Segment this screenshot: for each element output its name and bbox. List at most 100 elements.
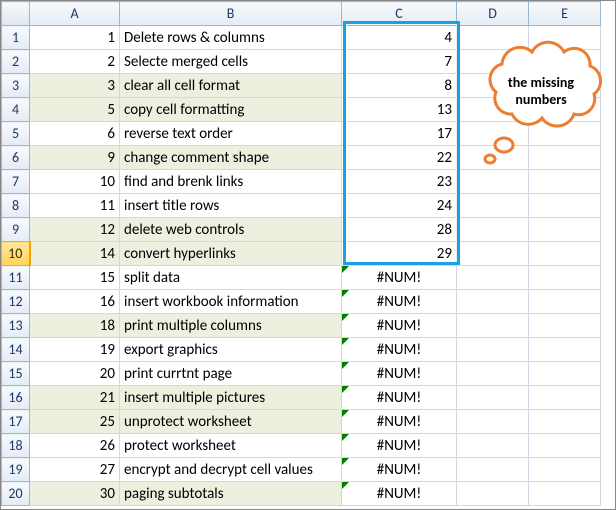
- cell[interactable]: 29: [342, 242, 457, 266]
- cell[interactable]: 7: [342, 50, 457, 74]
- cell[interactable]: print multiple columns: [120, 314, 342, 338]
- col-header-B[interactable]: B: [120, 2, 342, 26]
- cell[interactable]: split data: [120, 266, 342, 290]
- cell[interactable]: 16: [30, 290, 120, 314]
- cell[interactable]: #NUM!: [342, 290, 457, 314]
- cell[interactable]: Delete rows & columns: [120, 26, 342, 50]
- cell[interactable]: [529, 242, 601, 266]
- cell[interactable]: [457, 386, 529, 410]
- cell[interactable]: [457, 290, 529, 314]
- cell[interactable]: 24: [342, 194, 457, 218]
- cell[interactable]: 15: [30, 266, 120, 290]
- cell[interactable]: 11: [30, 194, 120, 218]
- cell[interactable]: 28: [342, 218, 457, 242]
- cell[interactable]: [529, 290, 601, 314]
- cell[interactable]: [457, 458, 529, 482]
- cell[interactable]: 13: [342, 98, 457, 122]
- cell[interactable]: delete web controls: [120, 218, 342, 242]
- cell[interactable]: find and brenk links: [120, 170, 342, 194]
- cell[interactable]: [529, 362, 601, 386]
- cell[interactable]: insert title rows: [120, 194, 342, 218]
- cell[interactable]: [529, 266, 601, 290]
- cell[interactable]: [529, 218, 601, 242]
- cell[interactable]: 27: [30, 458, 120, 482]
- cell[interactable]: paging subtotals: [120, 482, 342, 506]
- cell[interactable]: 4: [342, 26, 457, 50]
- row-header[interactable]: 5: [2, 122, 30, 146]
- cell[interactable]: reverse text order: [120, 122, 342, 146]
- cell[interactable]: 19: [30, 338, 120, 362]
- cell[interactable]: unprotect worksheet: [120, 410, 342, 434]
- row-header[interactable]: 14: [2, 338, 30, 362]
- cell[interactable]: [529, 482, 601, 506]
- col-header-E[interactable]: E: [529, 2, 601, 26]
- row-header[interactable]: 19: [2, 458, 30, 482]
- cell[interactable]: [529, 434, 601, 458]
- row-header[interactable]: 18: [2, 434, 30, 458]
- cell[interactable]: #NUM!: [342, 458, 457, 482]
- row-header[interactable]: 12: [2, 290, 30, 314]
- cell[interactable]: 9: [30, 146, 120, 170]
- cell[interactable]: 17: [342, 122, 457, 146]
- cell[interactable]: [529, 386, 601, 410]
- row-header[interactable]: 17: [2, 410, 30, 434]
- row-header[interactable]: 15: [2, 362, 30, 386]
- cell[interactable]: [457, 434, 529, 458]
- cell[interactable]: #NUM!: [342, 266, 457, 290]
- cell[interactable]: 30: [30, 482, 120, 506]
- cell[interactable]: #NUM!: [342, 410, 457, 434]
- cell[interactable]: 1: [30, 26, 120, 50]
- cell[interactable]: #NUM!: [342, 386, 457, 410]
- cell[interactable]: #NUM!: [342, 338, 457, 362]
- cell[interactable]: 21: [30, 386, 120, 410]
- row-header[interactable]: 13: [2, 314, 30, 338]
- col-header-D[interactable]: D: [457, 2, 529, 26]
- cell[interactable]: #NUM!: [342, 482, 457, 506]
- cell[interactable]: [457, 170, 529, 194]
- cell[interactable]: print currtnt page: [120, 362, 342, 386]
- cell[interactable]: encrypt and decrypt cell values: [120, 458, 342, 482]
- cell[interactable]: 10: [30, 170, 120, 194]
- cell[interactable]: [529, 338, 601, 362]
- cell[interactable]: 25: [30, 410, 120, 434]
- row-header[interactable]: 11: [2, 266, 30, 290]
- cell[interactable]: [457, 338, 529, 362]
- row-header[interactable]: 6: [2, 146, 30, 170]
- cell[interactable]: protect worksheet: [120, 434, 342, 458]
- cell[interactable]: clear all cell format: [120, 74, 342, 98]
- cell[interactable]: #NUM!: [342, 434, 457, 458]
- cell[interactable]: [457, 242, 529, 266]
- cell[interactable]: [457, 194, 529, 218]
- row-header[interactable]: 9: [2, 218, 30, 242]
- row-header[interactable]: 10: [2, 242, 30, 266]
- cell[interactable]: 20: [30, 362, 120, 386]
- cell[interactable]: [457, 266, 529, 290]
- cell[interactable]: [457, 314, 529, 338]
- cell[interactable]: copy cell formatting: [120, 98, 342, 122]
- cell[interactable]: [529, 410, 601, 434]
- cell[interactable]: convert hyperlinks: [120, 242, 342, 266]
- cell[interactable]: insert workbook information: [120, 290, 342, 314]
- cell[interactable]: #NUM!: [342, 362, 457, 386]
- cell[interactable]: [529, 194, 601, 218]
- cell[interactable]: [457, 362, 529, 386]
- select-all-corner[interactable]: [2, 2, 30, 26]
- row-header[interactable]: 4: [2, 98, 30, 122]
- cell[interactable]: [529, 458, 601, 482]
- col-header-C[interactable]: C: [342, 2, 457, 26]
- cell[interactable]: 18: [30, 314, 120, 338]
- cell[interactable]: [529, 314, 601, 338]
- row-header[interactable]: 3: [2, 74, 30, 98]
- cell[interactable]: 14: [30, 242, 120, 266]
- cell[interactable]: 3: [30, 74, 120, 98]
- cell[interactable]: 23: [342, 170, 457, 194]
- col-header-A[interactable]: A: [30, 2, 120, 26]
- row-header[interactable]: 8: [2, 194, 30, 218]
- cell[interactable]: 12: [30, 218, 120, 242]
- cell[interactable]: export graphics: [120, 338, 342, 362]
- cell[interactable]: 5: [30, 98, 120, 122]
- cell[interactable]: 8: [342, 74, 457, 98]
- cell[interactable]: 22: [342, 146, 457, 170]
- cell[interactable]: [457, 482, 529, 506]
- row-header[interactable]: 2: [2, 50, 30, 74]
